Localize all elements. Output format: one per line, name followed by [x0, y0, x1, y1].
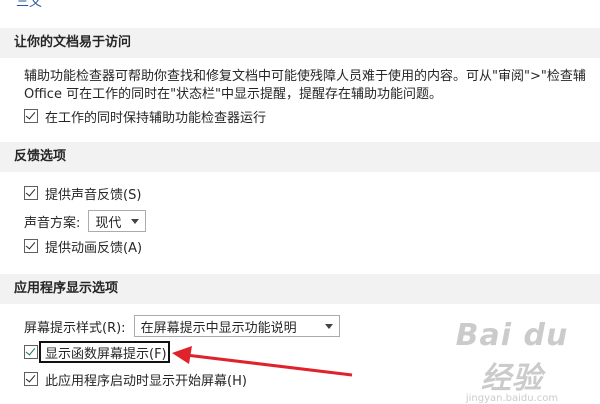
watermark-url: jingyan.baidu.com	[465, 393, 559, 404]
baidu-watermark: Bai du 经验 jingyan.baidu.com	[442, 318, 582, 404]
annotation-arrow-shaft	[185, 353, 353, 377]
watermark-logo-text: Bai du 经验	[455, 318, 569, 396]
annotation-arrow-head	[172, 346, 192, 364]
